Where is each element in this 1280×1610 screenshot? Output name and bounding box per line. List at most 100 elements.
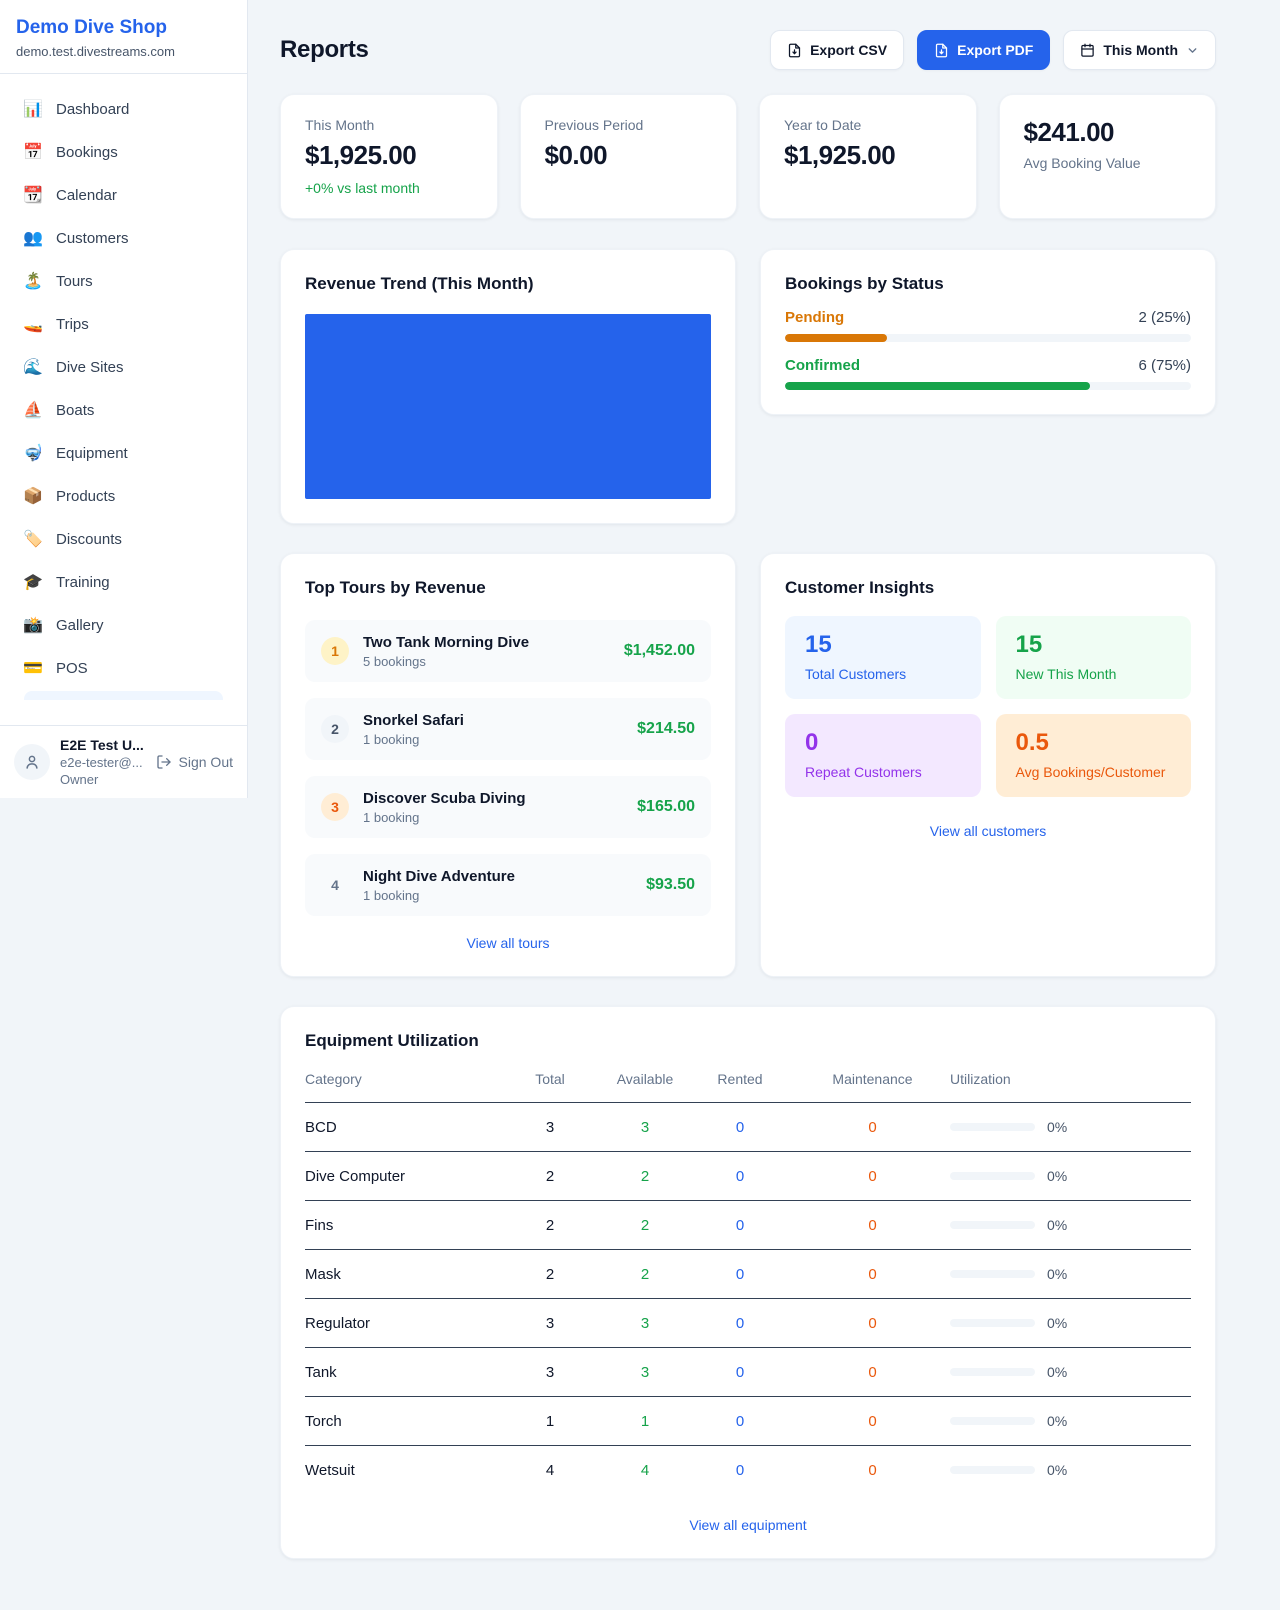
revenue-trend-card: Revenue Trend (This Month) <box>280 249 736 524</box>
tour-name: Snorkel Safari <box>363 712 623 729</box>
bookings-by-status-card: Bookings by Status Pending 2 (25%) Confi… <box>760 249 1216 415</box>
insight-new-this-month: 15 New This Month <box>996 616 1192 699</box>
sidebar-item-discounts[interactable]: 🏷️ Discounts <box>12 518 235 560</box>
period-dropdown[interactable]: This Month <box>1063 30 1216 70</box>
equipment-available: 3 <box>605 1103 685 1152</box>
tour-revenue: $93.50 <box>646 876 695 894</box>
view-all-equipment-link[interactable]: View all equipment <box>305 1516 1191 1534</box>
speedboat-icon: 🚤 <box>22 314 44 334</box>
page-header: Reports Export CSV Export PDF This Month <box>280 30 1216 70</box>
rank-badge: 1 <box>321 637 349 665</box>
sidebar-item-equipment[interactable]: 🤿 Equipment <box>12 432 235 474</box>
graduation-cap-icon: 🎓 <box>22 572 44 592</box>
equipment-category: Torch <box>305 1397 495 1446</box>
equipment-total: 2 <box>495 1201 605 1250</box>
customer-insights-title: Customer Insights <box>785 578 1191 598</box>
status-row-pending: Pending 2 (25%) <box>785 309 1191 342</box>
status-count: 2 (25%) <box>1138 309 1191 326</box>
equipment-maintenance: 0 <box>795 1446 950 1495</box>
stat-card-year-to-date: Year to Date $1,925.00 <box>759 94 977 219</box>
stat-card-this-month: This Month $1,925.00 +0% vs last month <box>280 94 498 219</box>
sign-out-button[interactable]: Sign Out <box>156 754 233 770</box>
equipment-total: 3 <box>495 1299 605 1348</box>
sidebar-item-label: POS <box>56 660 88 677</box>
sidebar-item-products[interactable]: 📦 Products <box>12 475 235 517</box>
col-maintenance: Maintenance <box>795 1061 950 1103</box>
equipment-rented: 0 <box>685 1103 795 1152</box>
tour-rows: 1 Two Tank Morning Dive 5 bookings $1,45… <box>305 620 711 916</box>
sidebar-item-boats[interactable]: ⛵ Boats <box>12 389 235 431</box>
dive-mask-icon: 🤿 <box>22 443 44 463</box>
header-actions: Export CSV Export PDF This Month <box>770 30 1216 70</box>
bookings-by-status-title: Bookings by Status <box>785 274 1191 294</box>
equipment-available: 4 <box>605 1446 685 1495</box>
package-icon: 📦 <box>22 486 44 506</box>
equipment-category: Mask <box>305 1250 495 1299</box>
revenue-trend-title: Revenue Trend (This Month) <box>305 274 711 294</box>
equipment-utilization-title: Equipment Utilization <box>305 1031 1191 1051</box>
equipment-rented: 0 <box>685 1446 795 1495</box>
equipment-table: Category Total Available Rented Maintena… <box>305 1061 1191 1494</box>
sign-out-icon <box>156 754 172 770</box>
utilization-bar <box>950 1123 1035 1131</box>
sidebar-item-dashboard[interactable]: 📊 Dashboard <box>12 88 235 130</box>
utilization-percent: 0% <box>1047 1413 1067 1429</box>
tour-bookings: 1 booking <box>363 888 632 903</box>
sidebar-item-calendar[interactable]: 📆 Calendar <box>12 174 235 216</box>
status-bar-track <box>785 334 1191 342</box>
stat-card-previous-period: Previous Period $0.00 <box>520 94 738 219</box>
equipment-available: 1 <box>605 1397 685 1446</box>
row-tours-insights: Top Tours by Revenue 1 Two Tank Morning … <box>280 553 1216 977</box>
sidebar-item-reports-active[interactable] <box>24 691 223 700</box>
sidebar-item-trips[interactable]: 🚤 Trips <box>12 303 235 345</box>
tour-bookings: 1 booking <box>363 732 623 747</box>
top-tours-card: Top Tours by Revenue 1 Two Tank Morning … <box>280 553 736 977</box>
file-download-icon <box>934 43 949 58</box>
sidebar-item-dive-sites[interactable]: 🌊 Dive Sites <box>12 346 235 388</box>
insight-label: Total Customers <box>805 666 961 682</box>
status-bar-fill <box>785 382 1090 390</box>
view-all-customers-link[interactable]: View all customers <box>785 822 1191 840</box>
export-pdf-button[interactable]: Export PDF <box>917 30 1050 70</box>
sidebar-item-label: Dashboard <box>56 101 129 118</box>
insight-label: Avg Bookings/Customer <box>1016 764 1172 780</box>
sidebar-item-gallery[interactable]: 📸 Gallery <box>12 604 235 646</box>
view-all-tours-link[interactable]: View all tours <box>305 934 711 952</box>
tag-icon: 🏷️ <box>22 529 44 549</box>
equipment-header-row: Category Total Available Rented Maintena… <box>305 1061 1191 1103</box>
island-icon: 🏝️ <box>22 271 44 291</box>
status-row-confirmed: Confirmed 6 (75%) <box>785 357 1191 390</box>
col-rented: Rented <box>685 1061 795 1103</box>
sidebar-item-label: Bookings <box>56 144 118 161</box>
utilization-percent: 0% <box>1047 1217 1067 1233</box>
sidebar-item-bookings[interactable]: 📅 Bookings <box>12 131 235 173</box>
sidebar-item-pos[interactable]: 💳 POS <box>12 647 235 689</box>
tour-row: 4 Night Dive Adventure 1 booking $93.50 <box>305 854 711 916</box>
status-label: Confirmed <box>785 357 860 374</box>
tour-bookings: 5 bookings <box>363 654 610 669</box>
utilization-bar <box>950 1466 1035 1474</box>
insight-total-customers: 15 Total Customers <box>785 616 981 699</box>
col-total: Total <box>495 1061 605 1103</box>
sidebar-item-customers[interactable]: 👥 Customers <box>12 217 235 259</box>
equipment-row: Torch 1 1 0 0 0% <box>305 1397 1191 1446</box>
tour-bookings: 1 booking <box>363 810 623 825</box>
export-csv-button[interactable]: Export CSV <box>770 30 904 70</box>
export-csv-label: Export CSV <box>810 42 887 58</box>
sidebar-item-label: Customers <box>56 230 129 247</box>
equipment-maintenance: 0 <box>795 1250 950 1299</box>
insight-value: 15 <box>805 631 961 659</box>
equipment-maintenance: 0 <box>795 1103 950 1152</box>
status-bar-track <box>785 382 1191 390</box>
status-count: 6 (75%) <box>1138 357 1191 374</box>
tour-row: 1 Two Tank Morning Dive 5 bookings $1,45… <box>305 620 711 682</box>
equipment-total: 3 <box>495 1348 605 1397</box>
sidebar-item-tours[interactable]: 🏝️ Tours <box>12 260 235 302</box>
equipment-maintenance: 0 <box>795 1348 950 1397</box>
equipment-total: 2 <box>495 1250 605 1299</box>
sidebar-item-training[interactable]: 🎓 Training <box>12 561 235 603</box>
rank-badge: 4 <box>321 871 349 899</box>
rank-badge: 2 <box>321 715 349 743</box>
utilization-bar <box>950 1368 1035 1376</box>
tour-name: Night Dive Adventure <box>363 868 632 885</box>
